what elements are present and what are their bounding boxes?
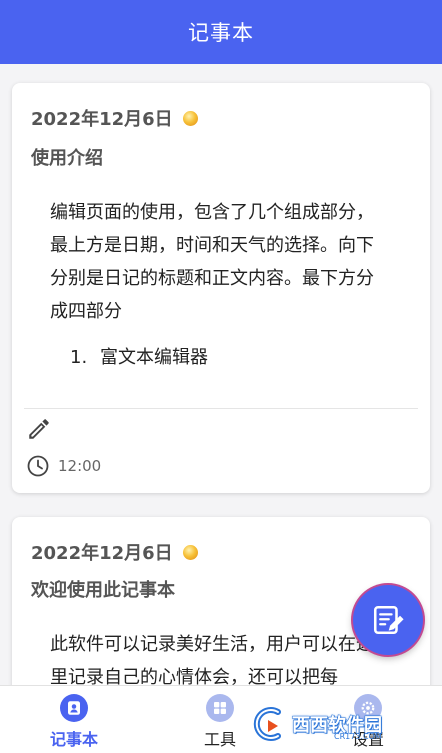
note-date-row: 2022年12月6日 [31, 539, 198, 565]
watermark-logo-icon [253, 707, 281, 741]
list-item-text: 富文本编辑器 [100, 347, 208, 368]
note-body: 此软件可以记录美好生活，用户可以在这里记录自己的心情体会，还可以把每 [50, 634, 374, 685]
note-title: 欢迎使用此记事本 [31, 580, 175, 601]
note-body: 编辑页面的使用，包含了几个组成部分，最上方是日期，时间和天气的选择。向下分别是日… [50, 202, 374, 322]
note-time-row: 12:00 [26, 454, 101, 478]
note-title: 使用介绍 [31, 148, 103, 169]
page-title: 记事本 [188, 21, 254, 45]
list-item: 1. 富文本编辑器 [70, 343, 208, 369]
list-item-number: 1. [70, 347, 88, 368]
sun-icon [182, 110, 198, 126]
new-note-button[interactable] [353, 585, 423, 655]
divider [24, 408, 418, 409]
watermark-subtext: CR173.COM [334, 732, 382, 741]
note-date-row: 2022年12月6日 [31, 105, 198, 131]
note-date: 2022年12月6日 [31, 109, 173, 130]
note-time: 12:00 [58, 457, 102, 475]
note-card[interactable]: 2022年12月6日 使用介绍 编辑页面的使用，包含了几个组成部分，最上方是日期… [12, 83, 430, 493]
watermark: 西西软件园 CR173.COM [248, 704, 418, 744]
tab-notebook[interactable]: 记事本 [34, 694, 114, 750]
pencil-icon[interactable] [26, 416, 52, 442]
note-date: 2022年12月6日 [31, 543, 173, 564]
app-bar: 记事本 [0, 0, 442, 64]
tab-label: 记事本 [49, 730, 98, 749]
tab-label: 工具 [203, 730, 236, 749]
clock-icon [27, 455, 49, 477]
new-note-icon [373, 605, 404, 635]
tools-icon [206, 694, 234, 722]
notebook-icon [60, 694, 88, 722]
sun-icon [182, 544, 198, 560]
